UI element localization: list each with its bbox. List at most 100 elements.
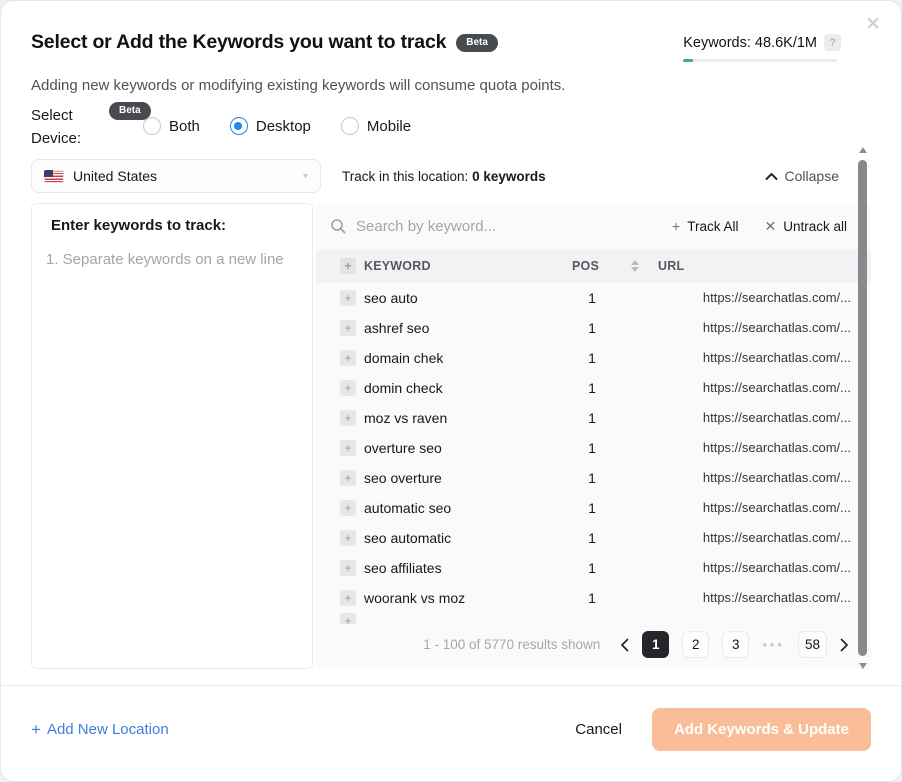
radio-icon-selected bbox=[230, 117, 248, 135]
keyword-cell: ashref seo bbox=[364, 320, 564, 336]
track-keyword-icon[interactable]: + bbox=[340, 470, 356, 486]
keyword-cell: seo auto bbox=[364, 290, 564, 306]
radio-device-both[interactable]: Both bbox=[143, 117, 200, 135]
chevron-right-icon bbox=[840, 638, 849, 652]
track-keyword-icon[interactable]: + bbox=[340, 530, 356, 546]
keyword-cell: woorank vs moz bbox=[364, 590, 564, 606]
track-keyword-icon[interactable]: + bbox=[340, 560, 356, 576]
modal-footer: + Add New Location Cancel Add Keywords &… bbox=[1, 685, 901, 781]
keyword-cell: seo overture bbox=[364, 470, 564, 486]
quota-label: Keywords: 48.6K/1M bbox=[683, 35, 817, 51]
url-cell[interactable]: https://searchatlas.com/... bbox=[658, 470, 851, 485]
url-cell[interactable]: https://searchatlas.com/... bbox=[658, 440, 851, 455]
page-button-3[interactable]: 3 bbox=[722, 631, 749, 658]
page-button-2[interactable]: 2 bbox=[682, 631, 709, 658]
keyword-cell: overture seo bbox=[364, 440, 564, 456]
page-button-1[interactable]: 1 bbox=[642, 631, 669, 658]
cancel-button[interactable]: Cancel bbox=[575, 721, 622, 738]
url-cell[interactable]: https://searchatlas.com/... bbox=[658, 590, 851, 605]
keyword-cell: domin check bbox=[364, 380, 564, 396]
close-icon[interactable]: ✕ bbox=[865, 15, 881, 34]
sort-icon[interactable] bbox=[620, 260, 650, 272]
track-keyword-icon[interactable]: + bbox=[340, 500, 356, 516]
quota-progress-fill bbox=[683, 59, 693, 62]
url-cell[interactable]: https://searchatlas.com/... bbox=[658, 560, 851, 575]
column-pos[interactable]: POS bbox=[572, 259, 612, 273]
table-row: + seo auto 1 https://searchatlas.com/... bbox=[316, 283, 871, 313]
pos-cell: 1 bbox=[572, 590, 612, 606]
page-title: Select or Add the Keywords you want to t… bbox=[31, 31, 446, 54]
track-keyword-icon[interactable]: + bbox=[340, 320, 356, 336]
table-row: + seo affiliates 1 https://searchatlas.c… bbox=[316, 553, 871, 583]
prev-page-button[interactable] bbox=[620, 638, 629, 652]
device-beta-badge: Beta bbox=[109, 102, 151, 120]
quota-progress-bar bbox=[683, 59, 837, 62]
url-cell[interactable]: https://searchatlas.com/... bbox=[658, 290, 851, 305]
keyword-quota: Keywords: 48.6K/1M ? bbox=[683, 34, 841, 62]
modal-scrollbar[interactable] bbox=[858, 147, 868, 669]
scroll-up-arrow-icon[interactable] bbox=[859, 147, 867, 153]
url-cell[interactable]: https://searchatlas.com/... bbox=[658, 350, 851, 365]
keyword-search-row: + Track All ✕ Untrack all bbox=[316, 203, 871, 250]
pos-cell: 1 bbox=[572, 530, 612, 546]
track-keyword-icon[interactable]: + bbox=[340, 590, 356, 606]
url-cell[interactable]: https://searchatlas.com/... bbox=[658, 320, 851, 335]
quota-warning-text: Adding new keywords or modifying existin… bbox=[31, 77, 871, 94]
keyword-table-card: + Track All ✕ Untrack all + KEYWORD POS … bbox=[316, 203, 871, 669]
next-page-button[interactable] bbox=[840, 638, 849, 652]
keyword-cell: moz vs raven bbox=[364, 410, 564, 426]
column-keyword[interactable]: KEYWORD bbox=[364, 259, 564, 273]
keyword-cell: domain chek bbox=[364, 350, 564, 366]
table-header: + KEYWORD POS URL bbox=[316, 250, 871, 283]
search-input[interactable] bbox=[356, 218, 662, 235]
untrack-all-button[interactable]: ✕ Untrack all bbox=[764, 218, 847, 235]
collapse-button[interactable]: Collapse bbox=[765, 168, 839, 184]
column-url[interactable]: URL bbox=[658, 259, 851, 273]
plus-icon: + bbox=[672, 218, 680, 234]
us-flag-icon bbox=[44, 170, 64, 183]
url-cell[interactable]: https://searchatlas.com/... bbox=[658, 380, 851, 395]
track-keyword-icon[interactable]: + bbox=[340, 350, 356, 366]
add-new-location-link[interactable]: + Add New Location bbox=[31, 720, 169, 740]
device-label: Select Device: bbox=[31, 104, 97, 150]
location-select[interactable]: United States ▾ bbox=[31, 159, 321, 193]
keyword-tracking-modal: ✕ Select or Add the Keywords you want to… bbox=[0, 0, 902, 782]
pos-cell: 1 bbox=[572, 320, 612, 336]
location-row: United States ▾ Track in this location: … bbox=[31, 159, 871, 193]
table-row: + domin check 1 https://searchatlas.com/… bbox=[316, 373, 871, 403]
pos-cell: 1 bbox=[572, 500, 612, 516]
track-keyword-icon[interactable]: + bbox=[340, 290, 356, 306]
table-row: + moz vs raven 1 https://searchatlas.com… bbox=[316, 403, 871, 433]
track-all-header-icon[interactable]: + bbox=[340, 258, 356, 274]
table-row: + domain chek 1 https://searchatlas.com/… bbox=[316, 343, 871, 373]
add-keywords-update-button[interactable]: Add Keywords & Update bbox=[652, 708, 871, 751]
track-keyword-icon[interactable]: + bbox=[340, 380, 356, 396]
url-cell[interactable]: https://searchatlas.com/... bbox=[658, 500, 851, 515]
table-row: + woorank vs moz 1 https://searchatlas.c… bbox=[316, 583, 871, 613]
title-beta-badge: Beta bbox=[456, 34, 498, 52]
track-all-button[interactable]: + Track All bbox=[672, 218, 738, 235]
track-keyword-icon[interactable]: + bbox=[340, 410, 356, 426]
table-row: + seo overture 1 https://searchatlas.com… bbox=[316, 463, 871, 493]
radio-device-mobile[interactable]: Mobile bbox=[341, 117, 411, 135]
entry-heading: Enter keywords to track: bbox=[51, 217, 298, 234]
chevron-left-icon bbox=[620, 638, 629, 652]
track-keyword-icon[interactable]: + bbox=[340, 613, 356, 625]
url-cell[interactable]: https://searchatlas.com/... bbox=[658, 530, 851, 545]
keyword-cell: seo affiliates bbox=[364, 560, 564, 576]
keyword-cell: seo automatic bbox=[364, 530, 564, 546]
keyword-entry-panel: Enter keywords to track: bbox=[31, 203, 313, 669]
scroll-down-arrow-icon[interactable] bbox=[859, 663, 867, 669]
keyword-entry-textarea[interactable] bbox=[46, 251, 298, 631]
modal-scrollbar-thumb[interactable] bbox=[858, 160, 867, 656]
modal-header: Select or Add the Keywords you want to t… bbox=[31, 31, 871, 62]
help-icon[interactable]: ? bbox=[824, 34, 841, 51]
track-location-info: Track in this location: 0 keywords bbox=[342, 169, 546, 184]
pagination: 1 - 100 of 5770 results shown 123•••58 bbox=[316, 624, 871, 669]
radio-icon bbox=[341, 117, 359, 135]
url-cell[interactable]: https://searchatlas.com/... bbox=[658, 410, 851, 425]
radio-device-desktop[interactable]: Desktop bbox=[230, 117, 311, 135]
track-keyword-icon[interactable]: + bbox=[340, 440, 356, 456]
track-count: 0 keywords bbox=[472, 169, 546, 184]
page-button-58[interactable]: 58 bbox=[798, 631, 827, 658]
